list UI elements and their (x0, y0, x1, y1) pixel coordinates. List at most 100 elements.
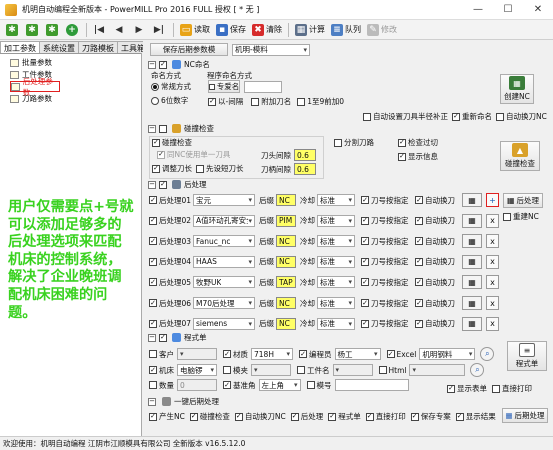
auto-radius-checkbox[interactable] (363, 112, 371, 121)
zero-pad-checkbox[interactable] (297, 97, 306, 106)
preset-select[interactable]: 机明-模料 (232, 43, 310, 56)
post-row-checkbox[interactable] (149, 319, 157, 328)
mold-select[interactable] (251, 364, 291, 376)
minimize-icon[interactable]: — (463, 0, 493, 20)
naming-6digit-radio[interactable] (151, 96, 159, 105)
queue-button[interactable]: ≡ 队列 (328, 22, 364, 38)
tool-spec-checkbox[interactable] (361, 319, 369, 328)
post-config-icon[interactable]: ▦ (462, 316, 482, 331)
post-cool-select[interactable]: 标准 (317, 235, 355, 248)
qty-checkbox[interactable] (149, 381, 157, 389)
next-button[interactable]: ▶ (130, 22, 150, 38)
excel-template-select[interactable]: 机明钢料 (419, 348, 476, 360)
split-path-checkbox[interactable] (334, 138, 342, 147)
post-ext-input[interactable]: PIM (276, 214, 296, 227)
mold-no-checkbox[interactable] (306, 381, 315, 389)
remove-post-button[interactable]: x (486, 234, 499, 249)
post-machine-select[interactable]: HAAS (193, 255, 255, 268)
tool-spec-checkbox[interactable] (361, 278, 369, 287)
tool-button-1[interactable]: ✱ (3, 22, 23, 38)
auto-change-checkbox[interactable] (415, 319, 423, 328)
post-config-icon[interactable]: ▦ (462, 254, 482, 269)
post-ext-input[interactable]: NC (276, 317, 296, 330)
collapse-icon[interactable]: − (148, 180, 156, 189)
post-machine-select[interactable]: siemens (193, 317, 255, 330)
direct-print-checkbox[interactable] (492, 384, 500, 393)
auto-tool-nc-checkbox[interactable] (496, 112, 504, 121)
add-post-button[interactable]: + (486, 193, 499, 207)
remove-post-button[interactable]: x (486, 296, 499, 310)
tree-item-batch[interactable]: 批量参数 (10, 57, 141, 68)
mold-checkbox[interactable] (223, 366, 231, 374)
post-cool-select[interactable]: 标准 (317, 214, 355, 227)
machine-select[interactable]: 电脑锣 (177, 364, 217, 376)
save-preset-button[interactable]: 保存后期参数模 (150, 43, 228, 56)
calc-button[interactable]: ▦ 计算 (292, 22, 328, 38)
post-cool-select[interactable]: 标准 (317, 317, 355, 330)
post-cool-select[interactable]: 标准 (317, 255, 355, 268)
post-ext-input[interactable]: TAP (276, 276, 296, 289)
check-cut-checkbox[interactable] (398, 138, 406, 147)
auto-change-checkbox[interactable] (415, 278, 423, 287)
rebuild-nc-checkbox[interactable] (503, 212, 511, 221)
post-config-icon[interactable]: ▦ (462, 296, 482, 310)
qty-input[interactable]: 0 (177, 379, 217, 391)
tab-toolpath-template[interactable]: 刀路模板 (78, 41, 118, 53)
clear-button[interactable]: ✖ 清除 (249, 22, 285, 38)
part-name-checkbox[interactable] (297, 366, 305, 374)
customer-select[interactable] (177, 348, 217, 360)
tool-spec-checkbox[interactable] (361, 216, 369, 225)
post-machine-select[interactable]: A值环动孔寄安全 (193, 214, 255, 227)
remove-post-button[interactable]: x (486, 275, 499, 290)
tree-item-toolpath[interactable]: 刀路参数 (10, 93, 141, 104)
post-machine-select[interactable]: 牧野UK (193, 276, 255, 289)
material-checkbox[interactable] (223, 350, 231, 358)
dash-checkbox[interactable] (208, 97, 216, 106)
part-name-select[interactable] (332, 364, 373, 376)
post-row-checkbox[interactable] (149, 257, 157, 266)
remove-post-button[interactable]: x (486, 254, 499, 269)
post-config-icon[interactable]: ▦ (462, 213, 482, 228)
remove-post-button[interactable]: x (486, 213, 499, 228)
post-row-checkbox[interactable] (149, 216, 157, 225)
post-machine-select[interactable]: M70后处理 (193, 297, 255, 309)
oneclick-checkbox[interactable] (328, 412, 337, 421)
nc-checkbox[interactable] (159, 60, 167, 69)
post-ext-input[interactable]: NC (276, 235, 296, 248)
post-row-checkbox[interactable] (149, 299, 157, 307)
excel-checkbox[interactable] (386, 350, 395, 358)
oneclick-checkbox[interactable] (290, 412, 299, 421)
naming-normal-radio[interactable] (151, 82, 159, 91)
remove-post-button[interactable]: x (486, 316, 499, 331)
auto-change-checkbox[interactable] (415, 196, 423, 204)
rename-checkbox[interactable] (452, 112, 460, 121)
collapse-icon[interactable]: − (148, 333, 156, 342)
post-ext-input[interactable]: NC (276, 194, 296, 206)
html-template-select[interactable] (409, 364, 466, 376)
post-machine-select[interactable]: 宝元 (193, 194, 255, 206)
auto-change-checkbox[interactable] (415, 299, 423, 307)
post-row-checkbox[interactable] (149, 278, 157, 287)
oneclick-checkbox[interactable] (189, 412, 198, 421)
nc-section-header[interactable]: − NC命名 (148, 59, 210, 70)
first-button[interactable]: |◀ (90, 22, 110, 38)
oneclick-checkbox[interactable] (234, 412, 243, 421)
tool-name-checkbox[interactable] (251, 97, 260, 106)
close-icon[interactable]: ✕ (523, 0, 553, 20)
holder-gap-input[interactable]: 0.6 (294, 163, 316, 175)
tool-button-2[interactable]: ✱ (23, 22, 43, 38)
read-button[interactable]: ▭ 读取 (177, 22, 213, 38)
prev-button[interactable]: ◀ (110, 22, 130, 38)
last-button[interactable]: ▶| (150, 22, 170, 38)
html-checkbox[interactable] (378, 366, 387, 374)
collapse-icon[interactable]: − (148, 124, 156, 133)
one-tool-checkbox[interactable] (157, 150, 165, 159)
exclusive-name-button[interactable]: 专爱名 (208, 80, 240, 93)
post-cool-select[interactable]: 标准 (317, 297, 355, 309)
post-cool-select[interactable]: 标准 (317, 194, 355, 206)
tool-spec-checkbox[interactable] (361, 196, 369, 204)
material-select[interactable]: 718H (251, 348, 293, 360)
post-processing-button[interactable]: ▦ 后期处理 (502, 408, 548, 423)
post-config-icon[interactable]: ▦ (462, 234, 482, 249)
collision-section-header[interactable]: − 碰撞检查 (148, 123, 214, 134)
